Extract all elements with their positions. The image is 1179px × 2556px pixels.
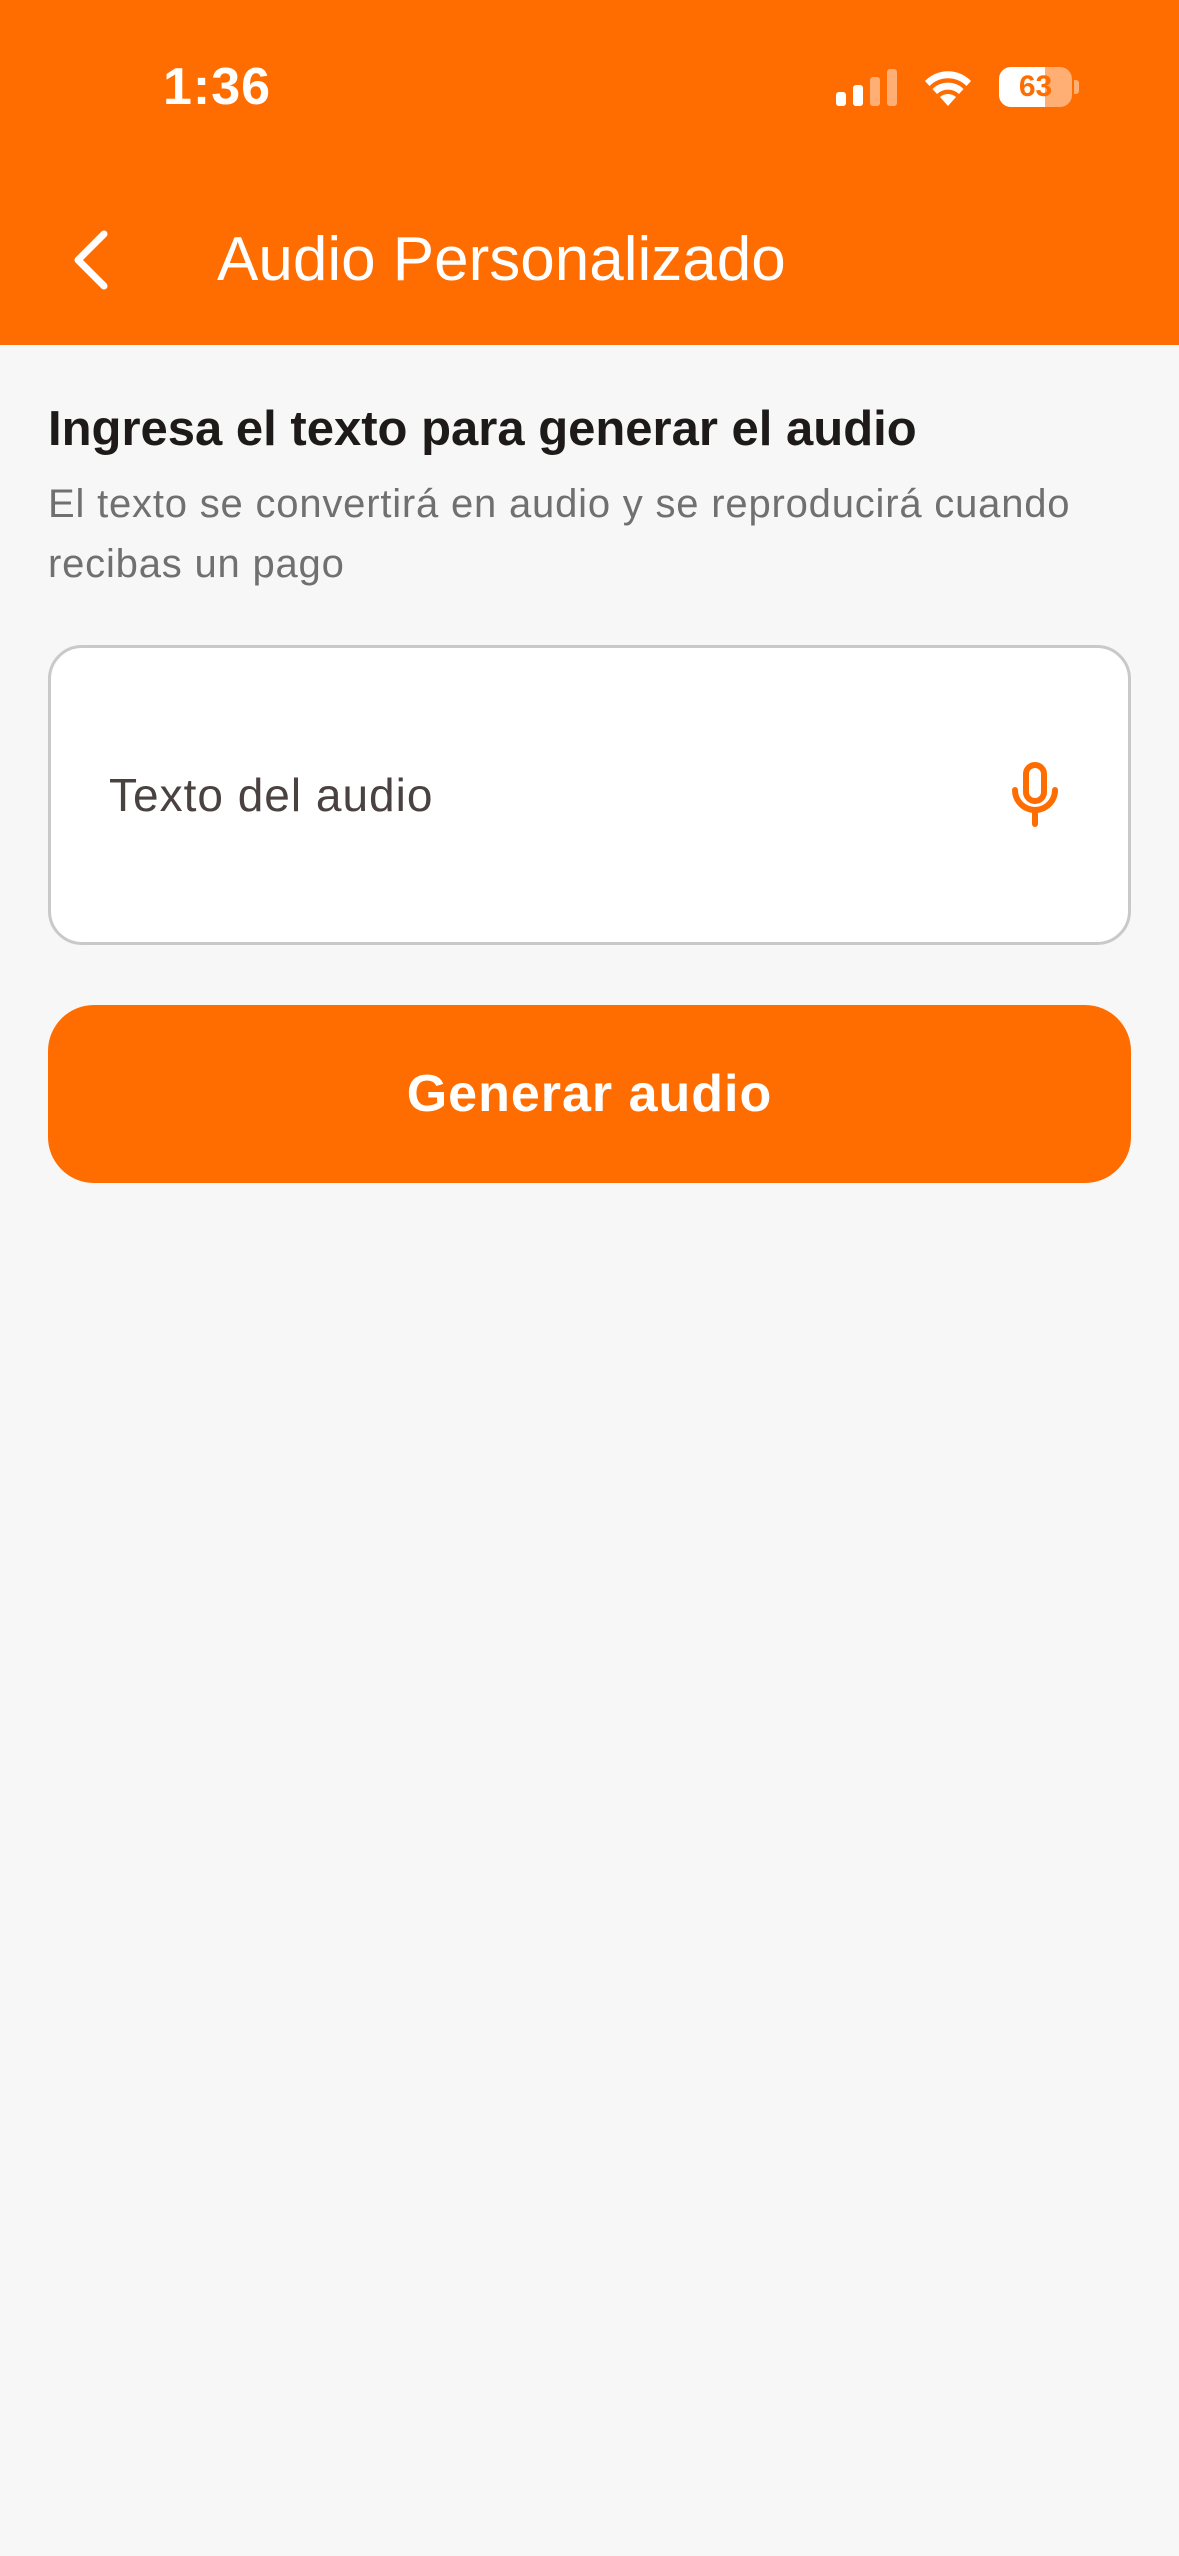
generate-audio-button-label: Generar audio bbox=[406, 1065, 773, 1123]
back-button[interactable] bbox=[50, 215, 130, 305]
page-title: Audio Personalizado bbox=[217, 225, 786, 294]
audio-text-input[interactable]: Texto del audio bbox=[48, 645, 1131, 945]
audio-text-placeholder: Texto del audio bbox=[109, 769, 434, 821]
microphone-icon bbox=[1012, 762, 1058, 827]
status-bar-icons: 63 bbox=[836, 62, 1079, 112]
app-screen: 1:36 63 Audio Personalizado Ingresa el t… bbox=[0, 0, 1179, 2556]
battery-icon: 63 bbox=[999, 67, 1079, 107]
section-title: Ingresa el texto para generar el audio bbox=[48, 402, 917, 456]
header: 1:36 63 Audio Personalizado bbox=[0, 0, 1179, 345]
status-bar-time: 1:36 bbox=[163, 58, 272, 116]
microphone-button[interactable] bbox=[1000, 750, 1070, 840]
generate-audio-button[interactable]: Generar audio bbox=[48, 1005, 1131, 1183]
content-section: Ingresa el texto para generar el audio E… bbox=[48, 398, 1131, 594]
section-subtitle: El texto se convertirá en audio y se rep… bbox=[48, 482, 1071, 586]
cellular-signal-icon bbox=[836, 68, 897, 106]
wifi-icon bbox=[923, 68, 973, 106]
chevron-left-icon bbox=[74, 230, 108, 290]
battery-level: 63 bbox=[1018, 70, 1053, 103]
